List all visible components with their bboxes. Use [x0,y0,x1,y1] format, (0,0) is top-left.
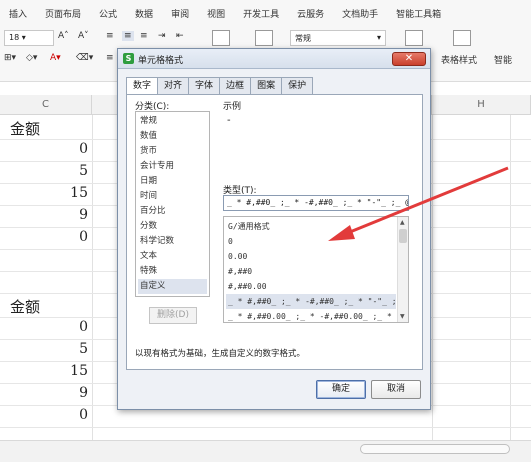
cell-value[interactable]: 0 [8,319,88,335]
align-bottom-icon[interactable]: ≡ [140,31,148,41]
type-list[interactable]: G/通用格式 0 0.00 #,##0 #,##0.00 _ * #,##0_ … [223,216,409,323]
tab-protection[interactable]: 保护 [281,77,314,94]
category-item[interactable]: 科学记数 [138,234,207,249]
scroll-down-icon[interactable]: ▼ [400,313,405,320]
cell-value[interactable]: 9 [8,385,88,401]
wps-logo-icon: S [123,53,134,64]
type-list-item[interactable]: 0.00 [226,249,396,264]
format-description: 以现有格式为基础，生成自定义的数字格式。 [135,349,306,359]
menu-tab-page-layout[interactable]: 页面布局 [36,7,90,20]
cell-value[interactable]: 0 [8,141,88,157]
category-item[interactable]: 会计专用 [138,159,207,174]
merge-cells-icon[interactable] [212,30,230,46]
scroll-up-icon[interactable]: ▲ [400,219,405,226]
category-item[interactable]: 日期 [138,174,207,189]
cell-value[interactable]: 5 [8,341,88,357]
category-item[interactable]: 货币 [138,144,207,159]
grid-line [510,115,511,440]
column-header-h[interactable]: H [432,95,531,115]
indent-icon[interactable]: ⇥ [158,31,166,41]
type-list-item-selected[interactable]: _ * #,##0_ ;_ * -#,##0_ ;_ * "-"_ ;_ @_ [226,294,396,309]
increase-font-icon[interactable]: A˄ [58,31,69,41]
menu-tab-view[interactable]: 视图 [198,7,234,20]
cell-header-amount[interactable]: 金额 [10,296,40,317]
category-item[interactable]: 文本 [138,249,207,264]
font-size-value: 18 [9,33,20,42]
format-cells-dialog: S 单元格格式 ✕ 数字 对齐 字体 边框 图案 保护 分类(C): 常规 数值… [117,48,431,410]
cell-value[interactable]: 9 [8,207,88,223]
grid-line [432,115,433,440]
menu-tab-insert[interactable]: 插入 [0,7,36,20]
tab-font[interactable]: 字体 [188,77,221,94]
type-list-item[interactable]: #,##0.00 [226,279,396,294]
dialog-tabs: 数字 对齐 字体 边框 图案 保护 [126,77,314,95]
number-format-value: 常规 [295,34,311,43]
smart-label[interactable]: 智能 [494,53,512,66]
grid-line [92,115,93,440]
close-button[interactable]: ✕ [392,52,426,66]
align-middle-icon[interactable]: ≡ [122,31,134,41]
cell-value[interactable]: 0 [8,229,88,245]
category-item[interactable]: 特殊 [138,264,207,279]
font-size-select[interactable]: 18 ▾ [4,30,54,46]
align-left-icon[interactable]: ≡ [106,53,114,63]
table-style-label[interactable]: 表格样式 [441,53,477,66]
grid-line [0,427,531,428]
cell-value[interactable]: 15 [8,185,88,201]
category-item[interactable]: 时间 [138,189,207,204]
menu-tab-cloud[interactable]: 云服务 [288,7,333,20]
tab-pattern[interactable]: 图案 [250,77,283,94]
dialog-titlebar[interactable]: S 单元格格式 ✕ [118,49,430,69]
dialog-title: 单元格格式 [138,56,184,66]
category-item[interactable]: 分数 [138,219,207,234]
align-top-icon[interactable]: ≡ [106,31,114,41]
wrap-text-icon[interactable] [255,30,273,46]
category-item[interactable]: 常规 [138,114,207,129]
delete-button[interactable]: 删除(D) [149,307,197,324]
cell-value[interactable]: 15 [8,363,88,379]
border-icon[interactable]: ⊞▾ [4,53,16,63]
scroll-thumb[interactable] [399,229,407,243]
menu-tab-review[interactable]: 审阅 [162,7,198,20]
menu-tab-smart-toolbox[interactable]: 智能工具箱 [387,7,450,20]
conditional-format-icon[interactable] [405,30,423,46]
cell-value[interactable]: 5 [8,163,88,179]
tab-number[interactable]: 数字 [126,77,159,95]
clear-icon[interactable]: ⌫▾ [76,53,93,63]
type-list-item[interactable]: #,##0 [226,264,396,279]
tab-border[interactable]: 边框 [219,77,252,94]
cell-header-amount[interactable]: 金额 [10,118,40,139]
cancel-button[interactable]: 取消 [371,380,421,399]
category-item[interactable]: 数值 [138,129,207,144]
type-list-item[interactable]: 0 [226,234,396,249]
table-style-icon[interactable] [453,30,471,46]
number-format-select[interactable]: 常规 ▾ [290,30,386,46]
fill-color-icon[interactable]: ◇▾ [26,53,37,63]
sample-value: - [227,115,231,126]
cell-value[interactable]: 0 [8,407,88,423]
category-list[interactable]: 常规 数值 货币 会计专用 日期 时间 百分比 分数 科学记数 文本 特殊 自定… [135,111,210,297]
menu-bar: 插入 页面布局 公式 数据 审阅 视图 开发工具 云服务 文档助手 智能工具箱 [0,0,531,26]
type-input[interactable]: _ * #,##0_ ;_ * -#,##0_ ;_ * "-"_ ;_ @_ [223,195,409,211]
horizontal-scrollbar[interactable] [360,444,510,454]
type-list-item[interactable]: _ * #,##0.00_ ;_ * -#,##0.00_ ;_ * "-"??… [226,309,396,322]
menu-tab-doc-assistant[interactable]: 文档助手 [333,7,387,20]
menu-tab-developer[interactable]: 开发工具 [234,7,288,20]
outdent-icon[interactable]: ⇤ [176,31,184,41]
type-list-scrollbar[interactable]: ▲ ▼ [397,217,408,322]
menu-tab-formulas[interactable]: 公式 [90,7,126,20]
tab-alignment[interactable]: 对齐 [157,77,190,94]
ok-button[interactable]: 确定 [316,380,366,399]
decrease-font-icon[interactable]: A˅ [78,31,89,41]
font-color-icon[interactable]: A▾ [50,53,61,63]
category-item[interactable]: 百分比 [138,204,207,219]
column-header-c[interactable]: C [0,95,92,115]
menu-tab-data[interactable]: 数据 [126,7,162,20]
sample-label: 示例 [223,102,242,112]
category-item-selected[interactable]: 自定义 [138,279,207,294]
number-tab-panel: 分类(C): 常规 数值 货币 会计专用 日期 时间 百分比 分数 科学记数 文… [126,94,423,370]
type-list-item[interactable]: G/通用格式 [226,219,396,234]
